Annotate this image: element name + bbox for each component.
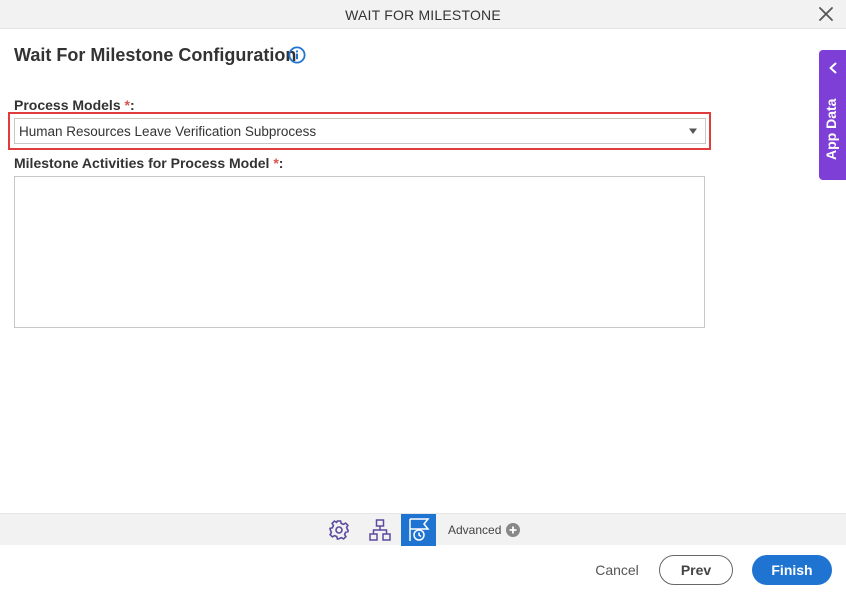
window-title: WAIT FOR MILESTONE	[345, 7, 501, 23]
title-bar: WAIT FOR MILESTONE	[0, 0, 846, 29]
app-data-tab[interactable]: App Data	[819, 50, 846, 180]
advanced-link[interactable]: Advanced	[448, 523, 501, 537]
process-models-selected-value: Human Resources Leave Verification Subpr…	[19, 124, 317, 139]
cancel-button[interactable]: Cancel	[586, 555, 648, 585]
plus-circle-icon[interactable]	[506, 523, 520, 537]
chevron-left-icon	[829, 62, 837, 74]
hierarchy-icon[interactable]	[367, 517, 393, 543]
milestone-activities-label: Milestone Activities for Process Model *…	[14, 155, 284, 171]
prev-button[interactable]: Prev	[659, 555, 733, 585]
milestone-icon[interactable]	[401, 514, 436, 546]
finish-button[interactable]: Finish	[752, 555, 832, 585]
app-data-label: App Data	[823, 98, 839, 160]
bottom-toolbar: Advanced	[0, 513, 846, 546]
page-title: Wait For Milestone Configuration	[14, 45, 297, 65]
process-models-select[interactable]: Human Resources Leave Verification Subpr…	[14, 118, 706, 144]
close-icon[interactable]	[818, 6, 834, 22]
process-models-label: Process Models *:	[14, 97, 135, 113]
gear-icon[interactable]	[326, 517, 352, 543]
milestone-activities-list[interactable]	[14, 176, 705, 328]
info-icon[interactable]	[288, 46, 306, 64]
dropdown-arrow-icon[interactable]	[688, 126, 698, 136]
